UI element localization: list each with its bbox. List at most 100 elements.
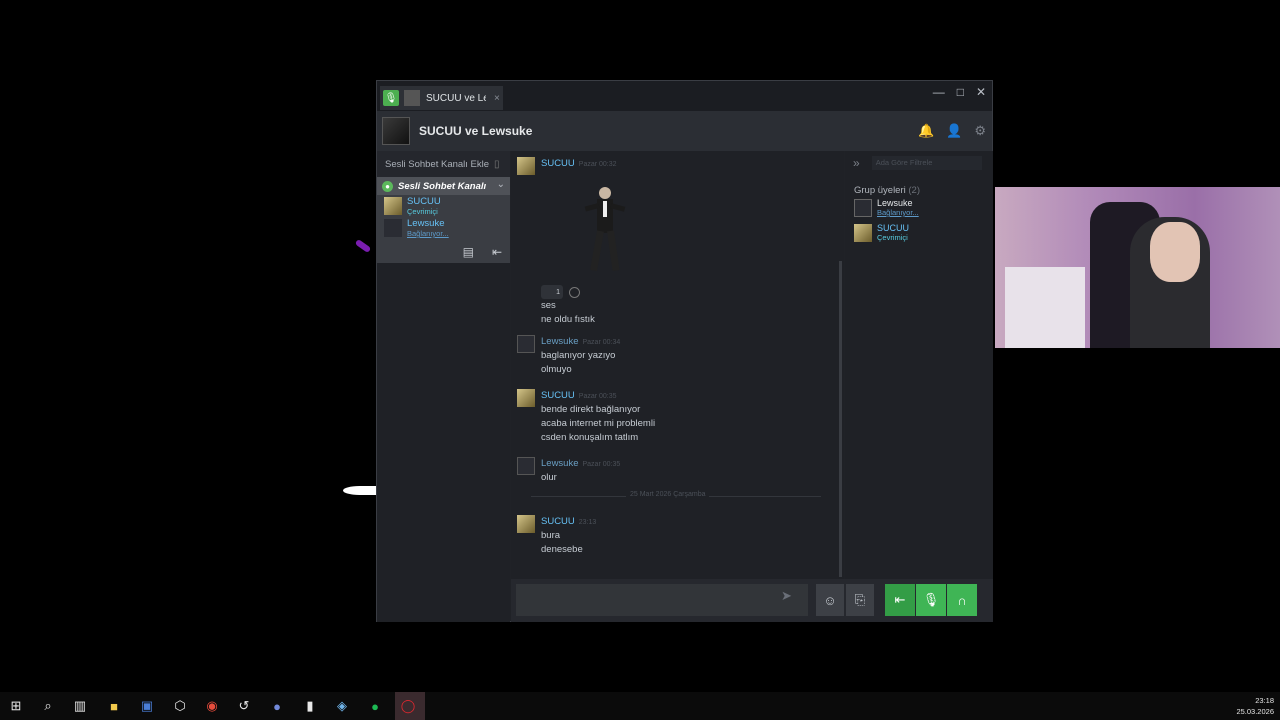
- chat-log: SUCUU Pazar 00:32 1 ses ne oldu fıstık Le…: [511, 151, 844, 579]
- opera-icon[interactable]: ◯: [398, 696, 418, 716]
- add-channel-label: Sesli Sohbet Kanalı Ekle: [385, 158, 490, 170]
- collapse-panel-icon[interactable]: »: [853, 156, 860, 170]
- tab-close-icon[interactable]: ×: [494, 93, 500, 104]
- group-avatar[interactable]: [382, 117, 410, 145]
- member-item[interactable]: SUCUU Çevrimiçi: [854, 224, 993, 246]
- member-status: Bağlanıyor...: [877, 208, 919, 217]
- voice-user-status: Bağlanıyor...: [407, 229, 449, 238]
- add-voice-channel-button[interactable]: Sesli Sohbet Kanalı Ekle ▯: [377, 151, 510, 177]
- chat-title: SUCUU ve Lewsuke: [419, 124, 533, 138]
- member-filter-input[interactable]: Ada Göre Filtrele: [871, 156, 982, 170]
- microphone-button[interactable]: 🎙: [916, 584, 946, 616]
- send-icon[interactable]: ➤: [781, 588, 792, 604]
- voice-user[interactable]: Lewsuke Bağlanıyor...: [377, 217, 510, 239]
- bell-icon[interactable]: 🔔: [918, 123, 934, 139]
- message-author[interactable]: SUCUU 23:13: [541, 516, 596, 527]
- spotify-icon[interactable]: ●: [365, 696, 385, 716]
- message-author[interactable]: SUCUU Pazar 00:32: [541, 158, 617, 169]
- author-name: Lewsuke: [541, 458, 579, 469]
- close-button[interactable]: ✕: [976, 85, 986, 99]
- voice-channel: ● Sesli Sohbet Kanalı ⌄ SUCUU Çevrimiçi …: [377, 177, 510, 263]
- search-icon[interactable]: ⌕: [38, 696, 58, 716]
- voice-channel-header[interactable]: ● Sesli Sohbet Kanalı ⌄: [377, 177, 510, 195]
- maximize-button[interactable]: □: [957, 85, 964, 99]
- author-name: Lewsuke: [541, 336, 579, 347]
- avatar[interactable]: [517, 389, 535, 407]
- message-author[interactable]: Lewsuke Pazar 00:34: [541, 336, 620, 347]
- message-author[interactable]: Lewsuke Pazar 00:35: [541, 458, 620, 469]
- add-friend-icon[interactable]: 👤: [946, 123, 962, 139]
- chat-header: SUCUU ve Lewsuke 🔔 👤 ⚙: [377, 111, 992, 151]
- tab-avatar: [404, 90, 420, 106]
- clock-time: 23:18: [1255, 696, 1274, 705]
- message-text: denesebe: [541, 544, 583, 555]
- avatar[interactable]: [517, 157, 535, 175]
- task-view-icon[interactable]: ▥: [70, 696, 90, 716]
- message-text: ses: [541, 300, 556, 311]
- discord-icon[interactable]: ●: [267, 696, 287, 716]
- message-group: Lewsuke Pazar 00:35 olur: [517, 457, 837, 487]
- avatar[interactable]: [517, 335, 535, 353]
- emoticon-button[interactable]: ☺: [816, 584, 844, 616]
- message-text: ne oldu fıstık: [541, 314, 595, 325]
- avatar: [854, 224, 872, 242]
- voice-active-icon: 🎙: [383, 90, 399, 106]
- message-author[interactable]: SUCUU Pazar 00:35: [541, 390, 617, 401]
- headphones-button[interactable]: ∩: [947, 584, 977, 616]
- chat-input-bar: ➤ ☺ ⎘ ⇤ 🎙 ∩: [511, 579, 993, 622]
- voice-user-status: Çevrimiçi: [407, 207, 438, 216]
- chevron-down-icon[interactable]: ⌄: [497, 179, 505, 190]
- leave-voice-button[interactable]: ⇤: [885, 584, 915, 616]
- message-time: 23:13: [578, 519, 597, 526]
- reaction-button[interactable]: 1: [541, 285, 563, 299]
- message-text: olur: [541, 472, 557, 483]
- tab-title: SUCUU ve Le: [426, 92, 486, 104]
- clock-date: 25.03.2026: [1236, 707, 1274, 716]
- calendar-icon[interactable]: ▤: [463, 245, 474, 259]
- dancing-man-sticker: [584, 187, 626, 272]
- add-reaction-icon[interactable]: [569, 286, 580, 298]
- dresser: [1005, 267, 1085, 348]
- arrow-app-icon[interactable]: ↺: [234, 696, 254, 716]
- message-time: Pazar 00:35: [582, 461, 621, 468]
- member-status: Çevrimiçi: [877, 233, 908, 242]
- avatar: [384, 219, 402, 237]
- avatar[interactable]: [517, 515, 535, 533]
- message-text: acaba internet mi problemli: [541, 418, 656, 429]
- minimize-button[interactable]: —: [933, 85, 945, 99]
- title-bar: 🎙 SUCUU ve Le × — □ ✕: [377, 81, 992, 111]
- attach-button[interactable]: ⎘: [846, 584, 874, 616]
- avatar[interactable]: [517, 457, 535, 475]
- message-text: bende direkt bağlanıyor: [541, 404, 641, 415]
- trash-icon: ▯: [494, 158, 500, 170]
- group-members-label: Grup üyeleri: [854, 185, 906, 196]
- message-input[interactable]: [516, 584, 808, 616]
- windows-start-icon[interactable]: ⊞: [6, 696, 26, 716]
- member-item[interactable]: Lewsuke Bağlanıyor...: [854, 199, 993, 221]
- system-clock[interactable]: 23:18 25.03.2026: [1236, 695, 1274, 717]
- epic-games-icon[interactable]: ▮: [300, 696, 320, 716]
- voice-user[interactable]: SUCUU Çevrimiçi: [377, 195, 510, 217]
- member-name: SUCUU: [877, 223, 910, 233]
- author-name: SUCUU: [541, 158, 575, 169]
- recorder-icon[interactable]: ◉: [202, 696, 222, 716]
- group-members-count: (2): [908, 185, 921, 196]
- leave-voice-icon[interactable]: ⇤: [492, 245, 502, 259]
- chat-scrollbar[interactable]: [839, 261, 842, 577]
- settings-app-icon[interactable]: ⬡: [170, 696, 190, 716]
- group-members-header[interactable]: Grup üyeleri (2): [854, 185, 993, 196]
- voice-channel-name: Sesli Sohbet Kanalı: [398, 180, 487, 192]
- chat-tab[interactable]: 🎙 SUCUU ve Le ×: [380, 86, 503, 110]
- app-icon[interactable]: ▣: [137, 696, 157, 716]
- settings-icon[interactable]: ⚙: [974, 123, 986, 139]
- message-time: Pazar 00:35: [578, 393, 617, 400]
- file-explorer-icon[interactable]: ■: [104, 696, 124, 716]
- purple-stroke: [354, 238, 372, 254]
- message-time: Pazar 00:32: [578, 161, 617, 168]
- member-list: » Ada Göre Filtrele Grup üyeleri (2) Lew…: [845, 151, 993, 579]
- webcam-overlay: [995, 187, 1280, 348]
- reaction-count: 1: [556, 288, 560, 296]
- steam-icon[interactable]: ◈: [332, 696, 352, 716]
- message-time: Pazar 00:34: [582, 339, 621, 346]
- message-group: SUCUU Pazar 00:32 1 ses ne oldu fıstık: [517, 157, 837, 325]
